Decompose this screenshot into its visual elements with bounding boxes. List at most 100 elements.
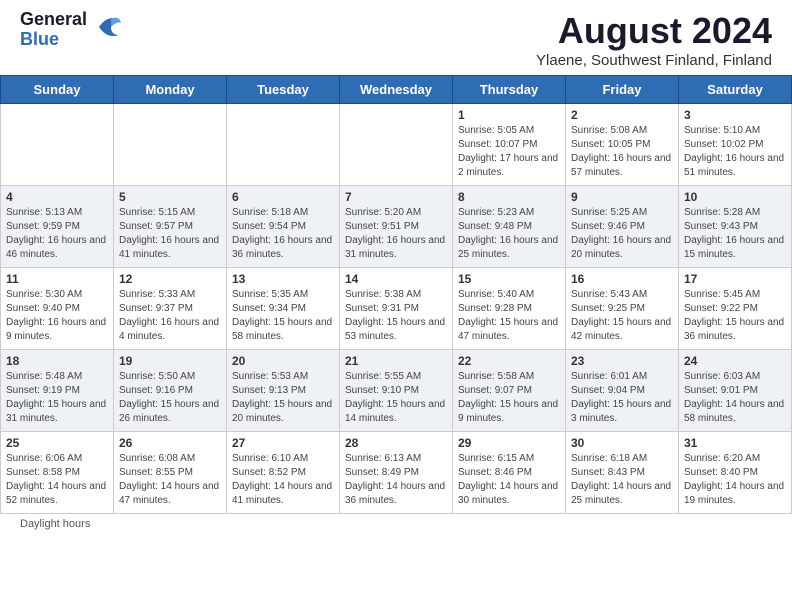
header-wednesday: Wednesday — [340, 76, 453, 104]
cell-info: Sunrise: 6:20 AM Sunset: 8:40 PM Dayligh… — [684, 452, 786, 508]
date-number: 17 — [684, 272, 786, 286]
date-number: 5 — [119, 190, 221, 204]
cell-info: Sunrise: 5:08 AM Sunset: 10:05 PM Daylig… — [571, 124, 673, 180]
cell-info: Sunrise: 6:01 AM Sunset: 9:04 PM Dayligh… — [571, 370, 673, 426]
date-number: 16 — [571, 272, 673, 286]
table-row: 18 Sunrise: 5:48 AM Sunset: 9:19 PM Dayli… — [1, 350, 792, 432]
calendar-table: Sunday Monday Tuesday Wednesday Thursday… — [0, 75, 792, 514]
calendar-cell: 3 Sunrise: 5:10 AM Sunset: 10:02 PM Dayli… — [679, 104, 792, 186]
calendar-cell: 17 Sunrise: 5:45 AM Sunset: 9:22 PM Dayli… — [679, 268, 792, 350]
cell-info: Sunrise: 5:55 AM Sunset: 9:10 PM Dayligh… — [345, 370, 447, 426]
table-row: 1 Sunrise: 5:05 AM Sunset: 10:07 PM Dayli… — [1, 104, 792, 186]
date-number: 22 — [458, 354, 560, 368]
date-number: 29 — [458, 436, 560, 450]
table-row: 4 Sunrise: 5:13 AM Sunset: 9:59 PM Daylig… — [1, 186, 792, 268]
calendar-cell: 25Sunrise: 6:06 AM Sunset: 8:58 PM Dayli… — [1, 432, 114, 514]
date-number: 15 — [458, 272, 560, 286]
cell-info: Sunrise: 5:18 AM Sunset: 9:54 PM Dayligh… — [232, 206, 334, 262]
cell-info: Sunrise: 6:13 AM Sunset: 8:49 PM Dayligh… — [345, 452, 447, 508]
calendar-cell: 19 Sunrise: 5:50 AM Sunset: 9:16 PM Dayli… — [114, 350, 227, 432]
date-number: 10 — [684, 190, 786, 204]
calendar-cell: 4 Sunrise: 5:13 AM Sunset: 9:59 PM Daylig… — [1, 186, 114, 268]
date-number: 3 — [684, 108, 786, 122]
cell-info: Sunrise: 5:53 AM Sunset: 9:13 PM Dayligh… — [232, 370, 334, 426]
calendar-cell — [1, 104, 114, 186]
cell-info: Sunrise: 5:20 AM Sunset: 9:51 PM Dayligh… — [345, 206, 447, 262]
date-number: 27 — [232, 436, 334, 450]
calendar-cell: 24 Sunrise: 6:03 AM Sunset: 9:01 PM Dayli… — [679, 350, 792, 432]
title-block: August 2024 Ylaene, Southwest Finland, F… — [536, 10, 772, 69]
date-number: 6 — [232, 190, 334, 204]
date-number: 19 — [119, 354, 221, 368]
calendar-cell: 26Sunrise: 6:08 AM Sunset: 8:55 PM Dayli… — [114, 432, 227, 514]
cell-info: Sunrise: 5:33 AM Sunset: 9:37 PM Dayligh… — [119, 288, 221, 344]
date-number: 1 — [458, 108, 560, 122]
date-number: 14 — [345, 272, 447, 286]
calendar-cell: 2 Sunrise: 5:08 AM Sunset: 10:05 PM Dayli… — [566, 104, 679, 186]
day-header-row: Sunday Monday Tuesday Wednesday Thursday… — [1, 76, 792, 104]
date-number: 9 — [571, 190, 673, 204]
cell-info: Sunrise: 5:48 AM Sunset: 9:19 PM Dayligh… — [6, 370, 108, 426]
date-number: 31 — [684, 436, 786, 450]
cell-info: Sunrise: 5:13 AM Sunset: 9:59 PM Dayligh… — [6, 206, 108, 262]
date-number: 2 — [571, 108, 673, 122]
cell-info: Sunrise: 6:15 AM Sunset: 8:46 PM Dayligh… — [458, 452, 560, 508]
calendar-cell: 8Sunrise: 5:23 AM Sunset: 9:48 PM Daylig… — [453, 186, 566, 268]
date-number: 7 — [345, 190, 447, 204]
calendar-cell: 9 Sunrise: 5:25 AM Sunset: 9:46 PM Daylig… — [566, 186, 679, 268]
calendar-cell: 20 Sunrise: 5:53 AM Sunset: 9:13 PM Dayli… — [227, 350, 340, 432]
header-friday: Friday — [566, 76, 679, 104]
cell-info: Sunrise: 5:28 AM Sunset: 9:43 PM Dayligh… — [684, 206, 786, 262]
date-number: 11 — [6, 272, 108, 286]
cell-info: Sunrise: 5:50 AM Sunset: 9:16 PM Dayligh… — [119, 370, 221, 426]
logo-general: General — [20, 10, 87, 30]
calendar-cell: 7 Sunrise: 5:20 AM Sunset: 9:51 PM Daylig… — [340, 186, 453, 268]
cell-info: Sunrise: 5:05 AM Sunset: 10:07 PM Daylig… — [458, 124, 560, 180]
date-number: 18 — [6, 354, 108, 368]
header-thursday: Thursday — [453, 76, 566, 104]
date-number: 20 — [232, 354, 334, 368]
calendar-cell — [227, 104, 340, 186]
calendar-cell: 18 Sunrise: 5:48 AM Sunset: 9:19 PM Dayli… — [1, 350, 114, 432]
calendar-cell: 16 Sunrise: 5:43 AM Sunset: 9:25 PM Dayli… — [566, 268, 679, 350]
calendar-cell: 28Sunrise: 6:13 AM Sunset: 8:49 PM Dayli… — [340, 432, 453, 514]
cell-info: Sunrise: 6:18 AM Sunset: 8:43 PM Dayligh… — [571, 452, 673, 508]
cell-info: Sunrise: 5:15 AM Sunset: 9:57 PM Dayligh… — [119, 206, 221, 262]
cell-info: Sunrise: 6:08 AM Sunset: 8:55 PM Dayligh… — [119, 452, 221, 508]
daylight-label: Daylight hours — [20, 518, 90, 530]
logo-icon — [91, 11, 123, 48]
calendar-cell: 29 Sunrise: 6:15 AM Sunset: 8:46 PM Dayli… — [453, 432, 566, 514]
cell-info: Sunrise: 5:35 AM Sunset: 9:34 PM Dayligh… — [232, 288, 334, 344]
calendar-cell: 30Sunrise: 6:18 AM Sunset: 8:43 PM Dayli… — [566, 432, 679, 514]
date-number: 13 — [232, 272, 334, 286]
header-saturday: Saturday — [679, 76, 792, 104]
cell-info: Sunrise: 5:10 AM Sunset: 10:02 PM Daylig… — [684, 124, 786, 180]
cell-info: Sunrise: 5:45 AM Sunset: 9:22 PM Dayligh… — [684, 288, 786, 344]
page-header: General Blue August 2024 Ylaene, Southwe… — [0, 0, 792, 75]
cell-info: Sunrise: 5:30 AM Sunset: 9:40 PM Dayligh… — [6, 288, 108, 344]
cell-info: Sunrise: 5:25 AM Sunset: 9:46 PM Dayligh… — [571, 206, 673, 262]
footer: Daylight hours — [0, 514, 792, 534]
date-number: 4 — [6, 190, 108, 204]
cell-info: Sunrise: 5:40 AM Sunset: 9:28 PM Dayligh… — [458, 288, 560, 344]
cell-info: Sunrise: 5:43 AM Sunset: 9:25 PM Dayligh… — [571, 288, 673, 344]
cell-info: Sunrise: 5:58 AM Sunset: 9:07 PM Dayligh… — [458, 370, 560, 426]
logo-text: General Blue — [20, 10, 87, 50]
calendar-cell: 14 Sunrise: 5:38 AM Sunset: 9:31 PM Dayli… — [340, 268, 453, 350]
date-number: 23 — [571, 354, 673, 368]
date-number: 25 — [6, 436, 108, 450]
calendar-cell: 6 Sunrise: 5:18 AM Sunset: 9:54 PM Daylig… — [227, 186, 340, 268]
calendar-cell — [114, 104, 227, 186]
table-row: 25Sunrise: 6:06 AM Sunset: 8:58 PM Dayli… — [1, 432, 792, 514]
cell-info: Sunrise: 6:10 AM Sunset: 8:52 PM Dayligh… — [232, 452, 334, 508]
calendar-cell: 21Sunrise: 5:55 AM Sunset: 9:10 PM Dayli… — [340, 350, 453, 432]
calendar-cell: 11 Sunrise: 5:30 AM Sunset: 9:40 PM Dayli… — [1, 268, 114, 350]
header-sunday: Sunday — [1, 76, 114, 104]
calendar-cell: 31 Sunrise: 6:20 AM Sunset: 8:40 PM Dayli… — [679, 432, 792, 514]
date-number: 8 — [458, 190, 560, 204]
cell-info: Sunrise: 5:38 AM Sunset: 9:31 PM Dayligh… — [345, 288, 447, 344]
date-number: 24 — [684, 354, 786, 368]
table-row: 11 Sunrise: 5:30 AM Sunset: 9:40 PM Dayli… — [1, 268, 792, 350]
subtitle: Ylaene, Southwest Finland, Finland — [536, 52, 772, 69]
cell-info: Sunrise: 6:03 AM Sunset: 9:01 PM Dayligh… — [684, 370, 786, 426]
